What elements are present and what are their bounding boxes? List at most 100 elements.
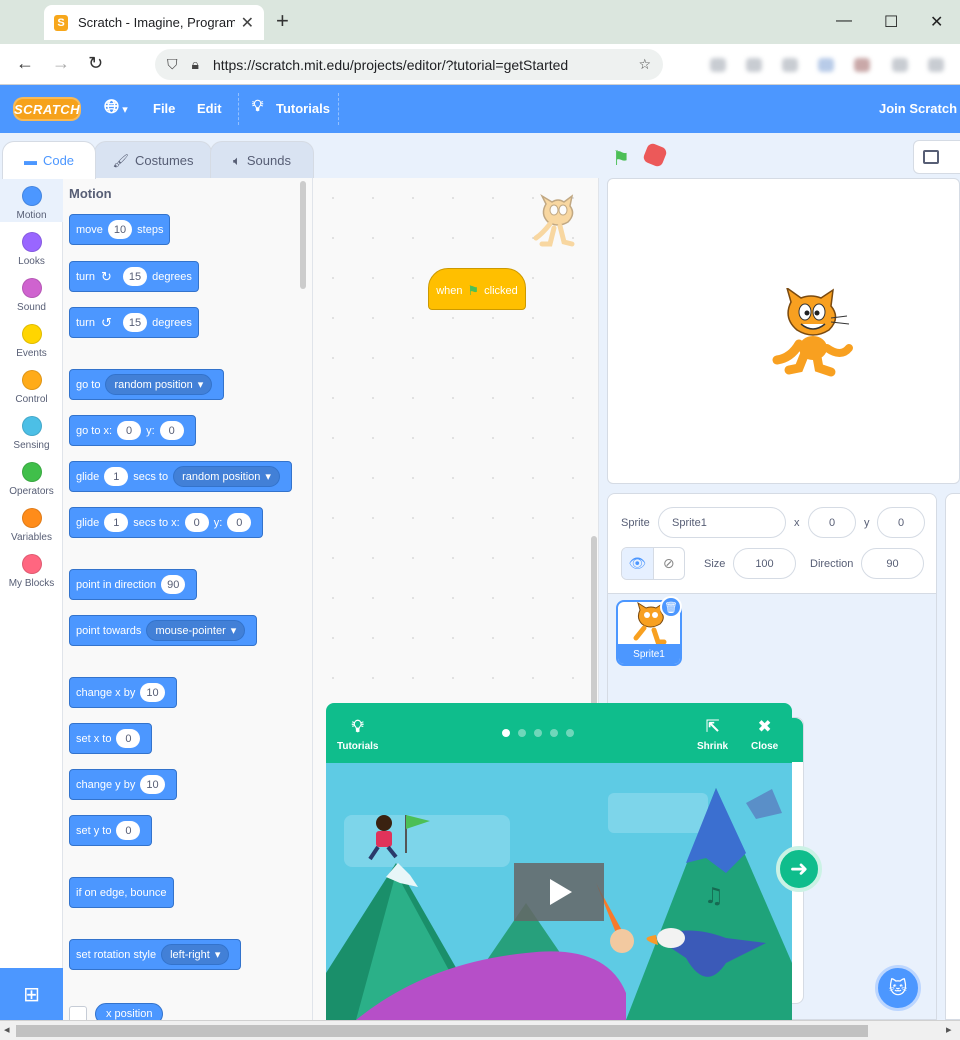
- size-input[interactable]: 100: [733, 548, 796, 579]
- x-input[interactable]: 0: [808, 507, 856, 538]
- tutorial-video[interactable]: ♫: [326, 763, 792, 1020]
- reload-icon[interactable]: ↻: [88, 53, 103, 74]
- category-motion[interactable]: Motion: [0, 178, 63, 222]
- block-point-in-direction[interactable]: point in direction 90: [69, 569, 198, 600]
- block-turn-left[interactable]: turn ↺ 15 degrees: [69, 307, 199, 338]
- address-bar[interactable]: ⛉ 🔒︎ https://scratch.mit.edu/projects/ed…: [155, 49, 663, 80]
- next-step-arrow-icon[interactable]: ➜: [776, 846, 822, 892]
- small-stage-button[interactable]: [913, 140, 960, 174]
- palette-scrollbar[interactable]: [300, 181, 306, 289]
- show-eye-icon[interactable]: 👁︎: [622, 548, 653, 579]
- block-go-to-xy[interactable]: go to x: 0 y: 0: [69, 415, 196, 446]
- new-tab-button[interactable]: +: [276, 10, 289, 32]
- extension-icon[interactable]: [818, 58, 834, 72]
- tab-code[interactable]: ▬ Code: [2, 141, 96, 179]
- add-sprite-cat-icon[interactable]: 🐱︎: [875, 965, 921, 1011]
- extension-icon[interactable]: [746, 58, 762, 72]
- block-turn-right[interactable]: turn ↻ 15 degrees: [69, 261, 199, 292]
- url-text[interactable]: https://scratch.mit.edu/projects/editor/…: [213, 57, 568, 73]
- horizontal-scrollbar[interactable]: ◂ ▸: [0, 1020, 960, 1040]
- block-change-y[interactable]: change y by 10: [69, 769, 177, 800]
- step-dot[interactable]: [518, 729, 526, 737]
- scrollbar-thumb[interactable]: [16, 1025, 868, 1037]
- workspace-scrollbar[interactable]: [591, 536, 597, 706]
- block-input[interactable]: 0: [227, 513, 252, 532]
- lock-icon[interactable]: 🔒︎: [192, 56, 199, 73]
- block-dropdown[interactable]: random position: [105, 374, 213, 395]
- close-tab-icon[interactable]: ✕: [241, 13, 254, 33]
- block-input[interactable]: 0: [117, 421, 142, 440]
- block-input[interactable]: 10: [140, 683, 165, 702]
- step-dot[interactable]: [502, 729, 510, 737]
- block-point-towards[interactable]: point towards mouse-pointer: [69, 615, 258, 646]
- when-flag-clicked-block[interactable]: when ⚑ clicked: [428, 268, 526, 310]
- trash-icon[interactable]: 🗑︎: [660, 596, 682, 618]
- step-dot[interactable]: [566, 729, 574, 737]
- block-set-rotation-style[interactable]: set rotation style left-right: [69, 939, 242, 970]
- block-input[interactable]: 1: [104, 513, 129, 532]
- shrink-button[interactable]: ⇱ Shrink: [697, 717, 728, 752]
- category-sensing[interactable]: Sensing: [0, 408, 63, 454]
- block-input[interactable]: 10: [107, 220, 133, 239]
- block-dropdown[interactable]: random position: [173, 466, 280, 487]
- block-input[interactable]: 0: [159, 421, 184, 440]
- category-sound[interactable]: Sound: [0, 270, 63, 316]
- join-scratch-link[interactable]: Join Scratch: [879, 101, 957, 116]
- category-control[interactable]: Control: [0, 362, 63, 408]
- close-button[interactable]: ✖ Close: [751, 717, 778, 752]
- block-dropdown[interactable]: left-right: [161, 944, 230, 965]
- category-events[interactable]: Events: [0, 316, 63, 362]
- step-dot[interactable]: [534, 729, 542, 737]
- forward-arrow-icon[interactable]: →: [52, 53, 70, 74]
- extension-icon[interactable]: [782, 58, 798, 72]
- block-glide-to[interactable]: glide 1 secs to random position: [69, 461, 292, 492]
- extension-icon[interactable]: [710, 58, 726, 72]
- minimize-button[interactable]: —: [836, 12, 852, 30]
- profile-icon[interactable]: [892, 58, 908, 72]
- shield-icon[interactable]: ⛉: [167, 56, 178, 73]
- block-input[interactable]: 0: [184, 513, 209, 532]
- stage-selector-pane[interactable]: [945, 493, 960, 1020]
- block-if-on-edge-bounce[interactable]: if on edge, bounce: [69, 877, 174, 908]
- tab-sounds[interactable]: 🔈︎ Sounds: [210, 141, 314, 179]
- block-set-x[interactable]: set x to 0: [69, 723, 153, 754]
- tutorials-library-button[interactable]: 💡︎ Tutorials: [337, 717, 378, 752]
- maximize-button[interactable]: ☐: [884, 12, 898, 32]
- block-go-to[interactable]: go to random position: [69, 369, 225, 400]
- block-x-position[interactable]: x position: [95, 1003, 164, 1020]
- block-input[interactable]: 0: [116, 821, 141, 840]
- language-globe-icon[interactable]: 🌐︎ ▾: [104, 97, 128, 119]
- file-menu[interactable]: File: [153, 101, 175, 116]
- hide-eye-icon[interactable]: ⊘: [652, 548, 685, 579]
- bookmark-star-icon[interactable]: ☆: [638, 56, 651, 73]
- category-variables[interactable]: Variables: [0, 500, 63, 546]
- reporter-checkbox[interactable]: [69, 1006, 87, 1020]
- block-dropdown[interactable]: mouse-pointer: [146, 620, 246, 641]
- scratch-logo[interactable]: SCRATCH: [13, 97, 81, 121]
- step-dot[interactable]: [550, 729, 558, 737]
- block-input[interactable]: 1: [104, 467, 129, 486]
- close-window-button[interactable]: ✕: [930, 12, 943, 32]
- block-input[interactable]: 10: [140, 775, 165, 794]
- direction-input[interactable]: 90: [861, 548, 924, 579]
- category-my-blocks[interactable]: My Blocks: [0, 546, 63, 592]
- scroll-left-icon[interactable]: ◂: [4, 1023, 10, 1036]
- block-move-steps[interactable]: move 10 steps: [69, 214, 171, 245]
- browser-menu-icon[interactable]: [928, 58, 944, 72]
- cat-sprite[interactable]: [769, 286, 855, 383]
- block-input[interactable]: 90: [161, 575, 186, 594]
- block-set-y[interactable]: set y to 0: [69, 815, 153, 846]
- block-input[interactable]: 15: [122, 313, 148, 332]
- add-extension-button[interactable]: ⊞: [0, 968, 63, 1020]
- block-input[interactable]: 0: [116, 729, 141, 748]
- category-operators[interactable]: Operators: [0, 454, 63, 500]
- block-change-x[interactable]: change x by 10: [69, 677, 177, 708]
- tab-costumes[interactable]: 🖌︎ Costumes: [94, 141, 212, 179]
- category-looks[interactable]: Looks: [0, 224, 63, 270]
- extension-icon[interactable]: [854, 58, 870, 72]
- block-glide-xy[interactable]: glide 1 secs to x: 0 y: 0: [69, 507, 264, 538]
- tutorials-menu[interactable]: Tutorials: [276, 101, 330, 116]
- edit-menu[interactable]: Edit: [197, 101, 222, 116]
- green-flag-icon[interactable]: ⚑: [612, 146, 630, 171]
- sprite-name-input[interactable]: Sprite1: [658, 507, 786, 538]
